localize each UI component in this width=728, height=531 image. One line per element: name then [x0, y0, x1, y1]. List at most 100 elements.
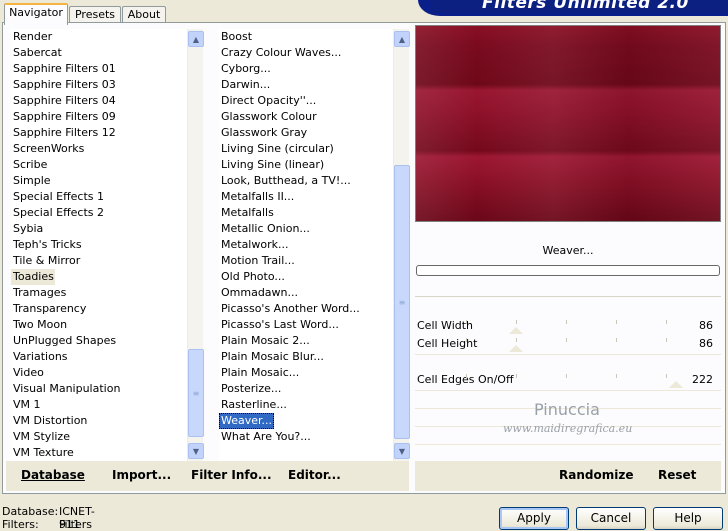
import-button[interactable]: Import... [112, 468, 171, 482]
slider-tick [616, 320, 617, 324]
tab-navigator[interactable]: Navigator [4, 3, 68, 25]
list-item[interactable]: VM Texture [11, 445, 74, 461]
preview-toolbar: Randomize Reset [415, 461, 721, 491]
list-item[interactable]: Tramages [11, 285, 66, 301]
list-item[interactable]: Render [11, 29, 52, 45]
filter-list[interactable]: Boost Crazy Colour Waves... Cyborg... Darwi… [219, 29, 393, 461]
list-item[interactable]: Tile & Mirror [11, 253, 80, 269]
list-item[interactable]: Toadies [11, 269, 55, 285]
list-item[interactable]: Glasswork Colour [219, 109, 317, 125]
list-item[interactable]: Glasswork Gray [219, 125, 307, 141]
list-item[interactable]: Metallic Onion... [219, 221, 310, 237]
filter-scroll-thumb[interactable]: ≡ [394, 165, 410, 439]
list-item[interactable]: VM Distortion [11, 413, 87, 429]
list-item[interactable]: Metalfalls II... [219, 189, 294, 205]
list-item[interactable]: Teph's Tricks [11, 237, 82, 253]
list-item[interactable]: ScreenWorks [11, 141, 84, 157]
list-item[interactable]: Ommadawn... [219, 285, 298, 301]
list-item[interactable]: Variations [11, 349, 68, 365]
list-item[interactable]: Special Effects 1 [11, 189, 104, 205]
list-item[interactable]: Direct Opacity''... [219, 93, 316, 109]
scroll-down-icon[interactable]: ▼ [188, 443, 204, 459]
list-item[interactable]: Plain Mosaic... [219, 365, 299, 381]
list-item[interactable]: Plain Mosaic Blur... [219, 349, 324, 365]
param-cell-height[interactable]: Cell Height 86 [415, 336, 721, 354]
database-label: Database [21, 468, 85, 482]
category-list[interactable]: Render Sabercat Sapphire Filters 01 Sapphir… [11, 29, 187, 461]
list-item[interactable]: Video [11, 365, 44, 381]
list-item[interactable]: Metalwork... [219, 237, 288, 253]
list-item[interactable]: Visual Manipulation [11, 381, 120, 397]
list-item[interactable]: UnPlugged Shapes [11, 333, 116, 349]
list-item[interactable]: Sybia [11, 221, 43, 237]
reset-button[interactable]: Reset [658, 468, 696, 482]
slider-thumb[interactable] [509, 327, 523, 334]
list-item[interactable]: Darwin... [219, 77, 270, 93]
list-item[interactable]: Living Sine (circular) [219, 141, 334, 157]
scroll-up-icon[interactable]: ▲ [188, 31, 204, 47]
param-label: Cell Height [417, 337, 478, 350]
list-item[interactable]: Posterize... [219, 381, 281, 397]
param-label: Cell Width [417, 319, 474, 332]
apply-button[interactable]: Apply [499, 507, 569, 530]
list-item[interactable]: What Are You?... [219, 429, 311, 445]
slider-thumb[interactable] [669, 381, 683, 388]
title-banner: Filters Unlimited 2.0 [418, 0, 728, 16]
status-filters-value: 911 [59, 518, 80, 531]
list-item[interactable]: Rasterline... [219, 397, 287, 413]
progress-bar [416, 265, 720, 276]
list-item[interactable]: Plain Mosaic 2... [219, 333, 310, 349]
list-item[interactable]: Crazy Colour Waves... [219, 45, 341, 61]
filter-info-button[interactable]: Filter Info... [191, 468, 272, 482]
list-item[interactable]: Picasso's Another Word... [219, 301, 360, 317]
slider-thumb[interactable] [509, 345, 523, 352]
param-cell-width[interactable]: Cell Width 86 [415, 318, 721, 336]
list-item[interactable]: Simple [11, 173, 51, 189]
slider-tick [516, 338, 517, 342]
scroll-down-icon[interactable]: ▼ [394, 443, 410, 459]
status-database-label: Database: [2, 505, 59, 518]
list-item[interactable]: Boost [219, 29, 252, 45]
slider-tick [516, 374, 517, 378]
list-item[interactable]: Sapphire Filters 04 [11, 93, 116, 109]
list-item[interactable]: Sapphire Filters 09 [11, 109, 116, 125]
list-item[interactable]: Special Effects 2 [11, 205, 104, 221]
param-empty-row [415, 444, 721, 460]
list-item[interactable]: Old Photo... [219, 269, 285, 285]
list-item[interactable]: Cyborg... [219, 61, 271, 77]
list-item[interactable]: Scribe [11, 157, 47, 173]
app-title: Filters Unlimited 2.0 [482, 0, 689, 13]
list-item[interactable]: Living Sine (linear) [219, 157, 324, 173]
database-button[interactable]: Database [21, 468, 85, 482]
category-scroll-thumb[interactable]: ≡ [188, 349, 204, 437]
list-item[interactable]: Motion Trail... [219, 253, 295, 269]
list-item[interactable]: Look, Butthead, a TV!... [219, 173, 351, 189]
randomize-button[interactable]: Randomize [559, 468, 633, 482]
list-item[interactable]: VM 1 [11, 397, 41, 413]
status-database: Database: ICNET-Filters [2, 505, 95, 531]
param-value: 222 [692, 373, 713, 386]
editor-button[interactable]: Editor... [288, 468, 341, 482]
list-item[interactable]: Picasso's Last Word... [219, 317, 339, 333]
slider-tick [466, 338, 467, 342]
list-item[interactable]: Sapphire Filters 03 [11, 77, 116, 93]
cancel-button[interactable]: Cancel [576, 507, 646, 530]
list-item[interactable]: VM Stylize [11, 429, 70, 445]
list-item[interactable]: Metalfalls [219, 205, 274, 221]
list-item[interactable]: Transparency [11, 301, 86, 317]
filter-scrollbar[interactable]: ▲ ≡ ▼ [393, 29, 410, 461]
help-button[interactable]: Help [653, 507, 723, 530]
watermark-name: Pinuccia [534, 400, 600, 419]
slider-tick [466, 374, 467, 378]
status-filters-label: Filters: [2, 518, 39, 531]
slider-tick [666, 338, 667, 342]
list-item[interactable]: Weaver... [219, 413, 274, 429]
slider-tick [566, 338, 567, 342]
list-item[interactable]: Two Moon [11, 317, 67, 333]
banner-background: Filters Unlimited 2.0 [432, 0, 728, 13]
list-item[interactable]: Sapphire Filters 12 [11, 125, 116, 141]
list-item[interactable]: Sabercat [11, 45, 62, 61]
list-item[interactable]: Sapphire Filters 01 [11, 61, 116, 77]
scroll-up-icon[interactable]: ▲ [394, 31, 410, 47]
category-scrollbar[interactable]: ▲ ≡ ▼ [187, 29, 204, 461]
